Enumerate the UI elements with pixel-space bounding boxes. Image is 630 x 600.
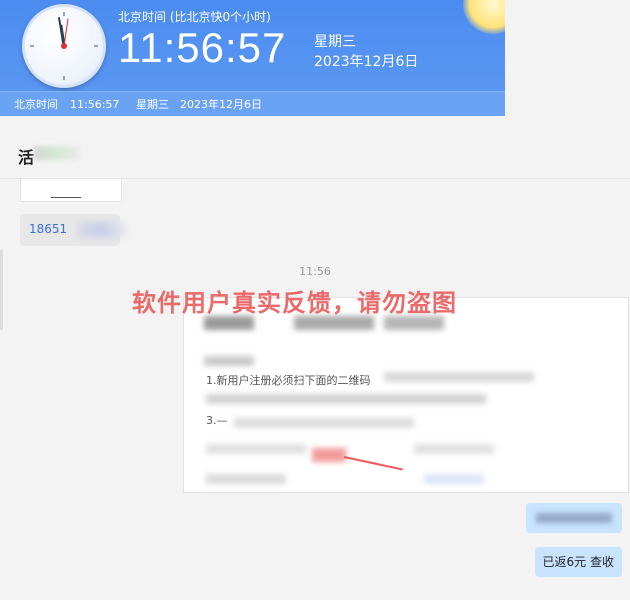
image-caption-line-3: 3.— — [206, 414, 228, 427]
chat-header: 活 — [0, 126, 630, 179]
weekday-label: 星期三 — [314, 34, 356, 50]
image-message[interactable]: 1.新用户注册必须扫下面的二维码 3.— — [183, 297, 629, 493]
message-timestamp: 11:56 — [299, 265, 331, 278]
chat-title: 活 — [18, 148, 35, 167]
clock-status-bar: 北京时间 11:56:57 星期三 2023年12月6日 — [0, 91, 505, 116]
bar-time: 11:56:57 — [70, 98, 120, 111]
timezone-label: 北京时间 (比北京快0个小时) — [118, 10, 271, 24]
phone-number-text: 18651 — [29, 222, 68, 236]
digital-time: 11:56:57 — [118, 24, 287, 71]
bar-timezone: 北京时间 — [14, 98, 58, 111]
bar-date: 2023年12月6日 — [180, 98, 262, 111]
redacted-contact-name — [34, 146, 80, 160]
clock-panel: 北京时间 (比北京快0个小时) 11:56:57 星期三 2023年12月6日 … — [0, 0, 505, 116]
arrow-line — [343, 456, 403, 471]
redacted-reply-bubble[interactable] — [526, 503, 622, 533]
date-label: 2023年12月6日 — [314, 54, 419, 70]
chat-messages[interactable]: 18651 11:56 1.新用户注册必须扫下面的二维码 3.— 已返6元 查收… — [0, 179, 630, 600]
bar-weekday: 星期三 — [136, 98, 169, 111]
phone-message-bubble[interactable]: 18651 — [20, 214, 126, 246]
redacted-phone — [78, 222, 126, 238]
highlight-mark — [312, 448, 346, 462]
watermark-text: 软件用户真实反馈，请勿盗图 — [132, 289, 457, 317]
clock-header: 北京时间 (比北京快0个小时) 11:56:57 星期三 2023年12月6日 — [0, 0, 505, 91]
image-caption-line: 1.新用户注册必须扫下面的二维码 — [206, 374, 371, 387]
sun-icon — [463, 0, 505, 34]
card-message[interactable] — [20, 179, 122, 202]
analog-clock-icon — [22, 4, 106, 88]
cashback-reply-bubble[interactable]: 已返6元 查收 — [534, 547, 622, 577]
